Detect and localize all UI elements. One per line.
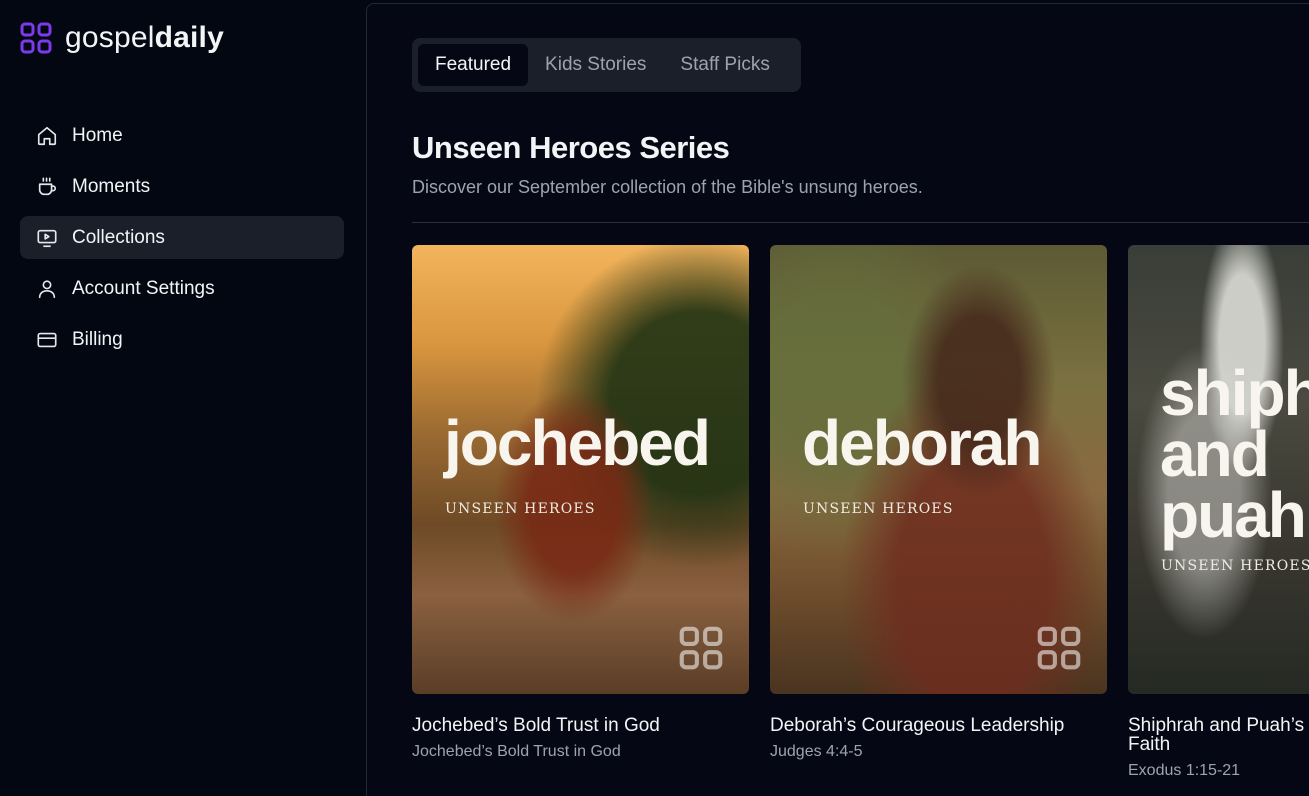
collection-card-jochebed[interactable]: jochebed UNSEEN HEROES Jochebed’s Bold T… xyxy=(412,245,749,761)
tab-featured[interactable]: Featured xyxy=(418,44,529,86)
sidebar: gospeldaily Home Moments Collections Acc… xyxy=(0,0,366,796)
sidebar-nav: Home Moments Collections Account Setting… xyxy=(20,114,344,369)
card-title-line: Faith xyxy=(1128,734,1171,755)
sidebar-item-label: Moments xyxy=(72,175,151,197)
sidebar-item-label: Billing xyxy=(72,328,123,350)
logo-watermark-icon xyxy=(1037,626,1081,670)
collection-card-deborah[interactable]: deborah UNSEEN HEROES Deborah’s Courageo… xyxy=(770,245,1107,761)
logo-watermark-icon xyxy=(679,626,723,670)
sidebar-item-label: Account Settings xyxy=(72,277,215,299)
cover-title: jochebed xyxy=(444,407,711,479)
collection-card-shiphrah-puah[interactable]: shiph and puah UNSEEN HEROES Shiphrah an… xyxy=(1128,245,1309,780)
user-icon xyxy=(36,278,58,300)
main-content: Featured Kids Stories Staff Picks Unseen… xyxy=(366,3,1309,796)
divider xyxy=(412,222,1309,223)
cover-series-label: UNSEEN HEROES xyxy=(445,501,596,517)
app-window: gospeldaily Home Moments Collections Acc… xyxy=(0,0,1309,796)
sidebar-item-moments[interactable]: Moments xyxy=(20,165,344,208)
cover-title: shiph and puah xyxy=(1160,357,1309,551)
video-screen-icon xyxy=(36,227,58,249)
card-cover-image[interactable]: deborah UNSEEN HEROES xyxy=(770,245,1107,694)
tab-bar: Featured Kids Stories Staff Picks xyxy=(412,38,801,92)
sidebar-item-collections[interactable]: Collections xyxy=(20,216,344,259)
cover-title: deborah xyxy=(802,407,1042,479)
card-title[interactable]: Shiphrah and Puah’s Faith xyxy=(1128,716,1309,754)
sidebar-item-label: Home xyxy=(72,124,123,146)
cover-title-line: and xyxy=(1160,417,1270,490)
credit-card-icon xyxy=(36,329,58,351)
brand[interactable]: gospeldaily xyxy=(20,20,224,56)
brand-name: gospeldaily xyxy=(65,21,224,55)
tab-kids-stories[interactable]: Kids Stories xyxy=(528,44,663,86)
section-subtitle: Discover our September collection of the… xyxy=(412,177,923,197)
card-title[interactable]: Deborah’s Courageous Leadership xyxy=(770,716,1107,735)
tab-staff-picks[interactable]: Staff Picks xyxy=(663,44,786,86)
brand-name-bold: daily xyxy=(154,21,224,54)
card-cover-image[interactable]: shiph and puah UNSEEN HEROES xyxy=(1128,245,1309,694)
card-title-line: Shiphrah and Puah’s xyxy=(1128,715,1305,736)
card-subtitle: Exodus 1:15-21 xyxy=(1128,762,1241,779)
cover-title-line: shiph xyxy=(1160,357,1309,429)
card-subtitle: Jochebed’s Bold Trust in God xyxy=(412,743,621,760)
logo-icon xyxy=(20,22,52,54)
cover-series-label: UNSEEN HEROES xyxy=(1161,558,1309,574)
sidebar-item-label: Collections xyxy=(72,226,165,248)
card-title[interactable]: Jochebed’s Bold Trust in God xyxy=(412,716,749,735)
sidebar-item-home[interactable]: Home xyxy=(20,114,344,157)
cover-series-label: UNSEEN HEROES xyxy=(803,501,954,517)
cover-title-line: puah xyxy=(1160,478,1307,551)
home-icon xyxy=(36,125,58,147)
card-cover-image[interactable]: jochebed UNSEEN HEROES xyxy=(412,245,749,694)
sidebar-item-billing[interactable]: Billing xyxy=(20,318,344,361)
card-subtitle: Judges 4:4-5 xyxy=(770,743,863,760)
sidebar-item-account-settings[interactable]: Account Settings xyxy=(20,267,344,310)
section-title: Unseen Heroes Series xyxy=(412,130,730,165)
brand-name-regular: gospel xyxy=(65,21,155,54)
coffee-cup-icon xyxy=(36,176,58,198)
